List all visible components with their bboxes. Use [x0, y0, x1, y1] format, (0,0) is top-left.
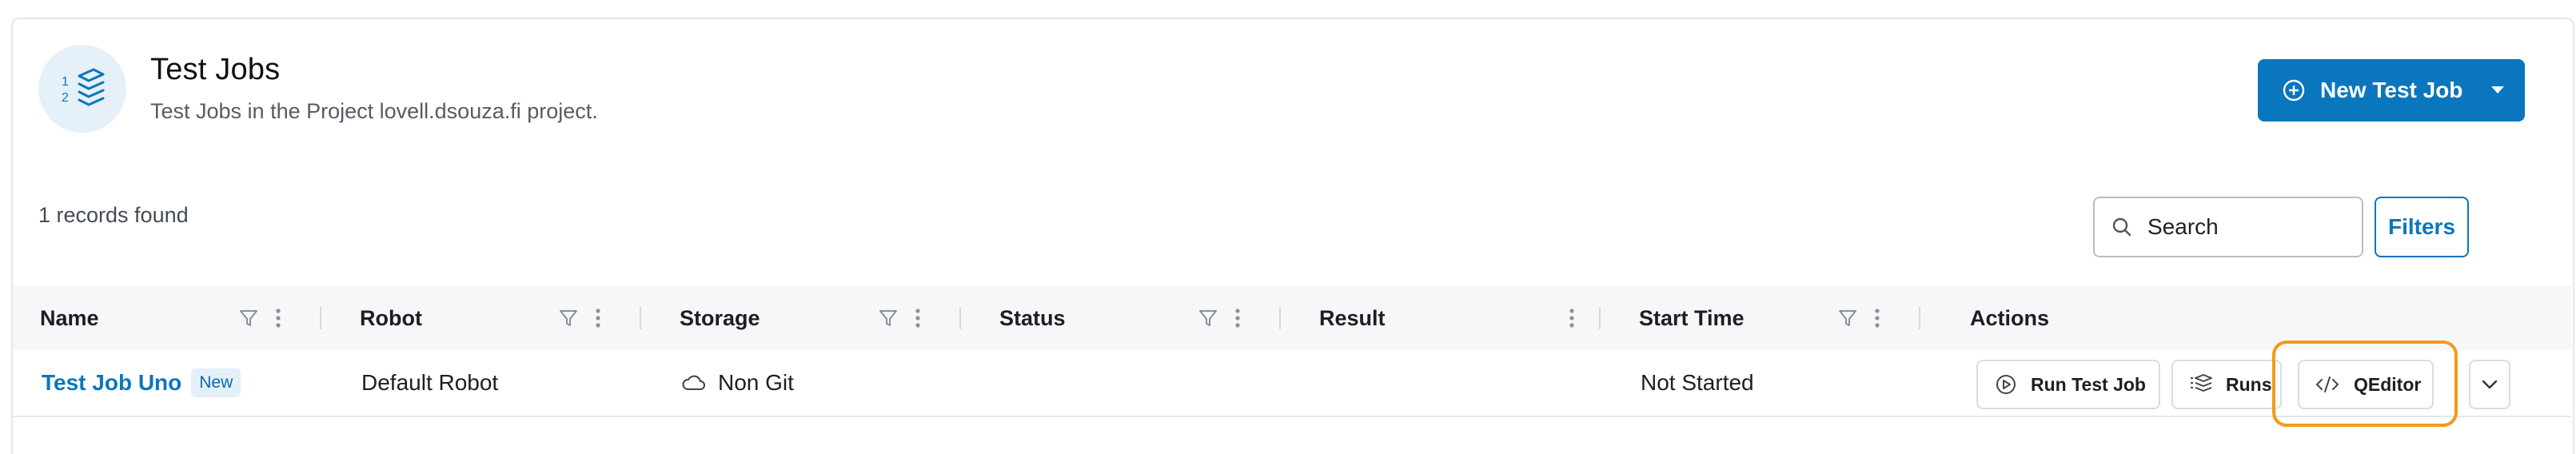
layers-icon — [2191, 374, 2212, 392]
code-icon — [2316, 376, 2339, 392]
plus-circle-icon — [2283, 79, 2305, 102]
more-vertical-icon[interactable] — [915, 308, 921, 329]
column-separator[interactable] — [1919, 307, 1920, 329]
column-separator[interactable] — [959, 307, 961, 329]
robot-cell: Default Robot — [361, 370, 499, 395]
svg-text:1: 1 — [62, 75, 69, 89]
numbered-stack-icon: 1 2 — [38, 45, 126, 133]
search-box[interactable] — [2093, 197, 2363, 257]
column-separator[interactable] — [1599, 307, 1601, 329]
more-vertical-icon[interactable] — [1569, 308, 1575, 329]
new-badge: New — [191, 368, 241, 397]
more-actions-button[interactable] — [2469, 360, 2510, 409]
column-separator[interactable] — [320, 307, 321, 329]
column-header-status[interactable]: Status — [999, 286, 1066, 350]
more-vertical-icon[interactable] — [595, 308, 601, 329]
search-input[interactable] — [2146, 213, 2349, 241]
new-test-job-label: New Test Job — [2320, 78, 2463, 102]
play-circle-icon — [1996, 375, 2016, 394]
storage-cell: Non Git — [681, 350, 794, 416]
runs-button[interactable]: Runs — [2171, 360, 2282, 409]
svg-text:2: 2 — [62, 91, 69, 105]
more-vertical-icon[interactable] — [1874, 308, 1880, 329]
filters-button[interactable]: Filters — [2375, 197, 2469, 257]
name-cell: Test Job Uno New — [42, 350, 241, 416]
records-count: 1 records found — [38, 203, 189, 227]
cloud-icon — [682, 375, 705, 390]
filter-icon[interactable] — [878, 308, 899, 329]
filter-icon[interactable] — [1198, 308, 1218, 329]
chevron-down-icon — [2482, 380, 2498, 389]
column-header-name[interactable]: Name — [40, 286, 99, 350]
filter-icon[interactable] — [1837, 308, 1858, 329]
column-header-robot[interactable]: Robot — [360, 286, 422, 350]
column-header-result[interactable]: Result — [1319, 286, 1386, 350]
more-vertical-icon[interactable] — [1234, 308, 1241, 329]
column-header-storage[interactable]: Storage — [680, 286, 760, 350]
qeditor-label: QEditor — [2354, 373, 2422, 395]
runs-label: Runs — [2226, 373, 2272, 395]
table-header: Name Robot Storage Status Result Start T… — [13, 286, 2571, 350]
chevron-down-icon[interactable] — [2491, 86, 2504, 94]
qeditor-button[interactable]: QEditor — [2298, 360, 2434, 409]
column-separator[interactable] — [640, 307, 641, 329]
page-subtitle: Test Jobs in the Project lovell.dsouza.f… — [150, 99, 598, 123]
new-test-job-button[interactable]: New Test Job — [2258, 59, 2525, 121]
start-time-cell: Not Started — [1641, 370, 1754, 395]
run-test-job-label: Run Test Job — [2031, 373, 2146, 395]
column-header-actions: Actions — [1970, 305, 2050, 330]
table-row: Test Job Uno New Default Robot Non Git N… — [13, 350, 2571, 417]
filter-icon[interactable] — [558, 308, 579, 329]
page-title: Test Jobs — [150, 53, 281, 86]
test-job-name-link[interactable]: Test Job Uno — [42, 370, 181, 396]
storage-value: Non Git — [718, 370, 794, 395]
column-header-start-time[interactable]: Start Time — [1639, 286, 1745, 350]
search-icon — [2112, 217, 2131, 237]
run-test-job-button[interactable]: Run Test Job — [1976, 360, 2160, 409]
filter-icon[interactable] — [238, 308, 259, 329]
more-vertical-icon[interactable] — [275, 308, 281, 329]
column-separator[interactable] — [1279, 307, 1281, 329]
